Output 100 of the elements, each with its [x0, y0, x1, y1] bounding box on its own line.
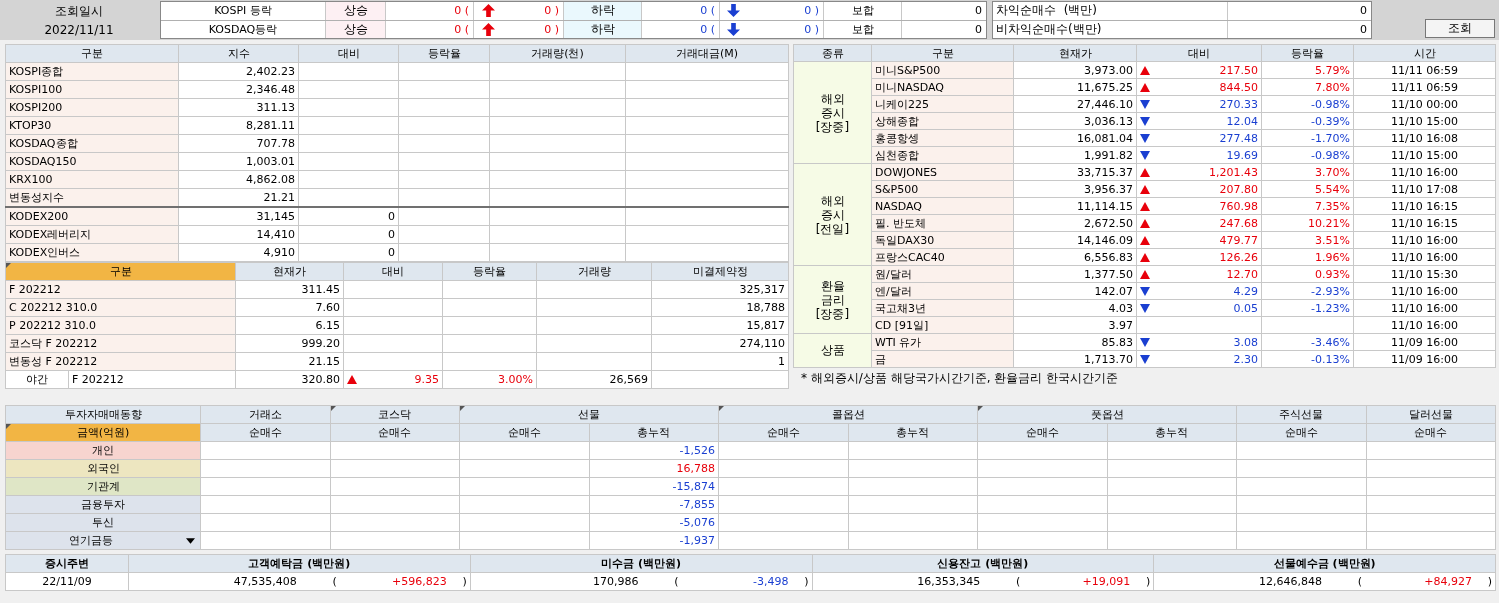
- paren-open: (: [673, 574, 679, 589]
- change-rate: -1.70%: [1261, 129, 1354, 147]
- column-header: 시간: [1353, 44, 1496, 62]
- rise-count: 0 (: [386, 20, 474, 38]
- column-header: 구분: [5, 44, 179, 63]
- change-value: 760.98: [1219, 198, 1258, 214]
- change-value: 844.50: [1219, 79, 1258, 95]
- current-price: 1,377.50: [1013, 265, 1137, 283]
- column-header: 현재가: [1013, 44, 1137, 62]
- change-rate: 10.21%: [1261, 214, 1354, 232]
- up-arrow-icon: [481, 22, 495, 36]
- down-arrow-icon: [726, 4, 740, 18]
- amount-value: 170,986: [592, 574, 639, 589]
- futures-total-value: -7,855: [589, 495, 719, 514]
- program-label: 차익순매수 (백만): [993, 2, 1228, 20]
- futures-price: 999.20: [235, 334, 344, 353]
- change-value: 0.05: [1233, 300, 1258, 316]
- program-value: 0: [1359, 3, 1368, 20]
- column-header: 콜옵션: [718, 405, 978, 424]
- change-value: 19.69: [1226, 147, 1258, 163]
- program-label: 비차익순매수(백만): [993, 20, 1228, 38]
- category-label: 상품: [820, 343, 845, 357]
- index-value: 311.13: [178, 98, 299, 117]
- column-header: 구분: [871, 44, 1014, 62]
- column-header: 미결제약정: [651, 262, 789, 281]
- change-value: 2.30: [1233, 351, 1258, 367]
- column-header: 구분: [5, 262, 236, 281]
- column-header: 거래대금(M): [625, 44, 789, 63]
- query-date: 2022/11/11: [44, 22, 114, 37]
- session-label: 야간: [5, 370, 69, 389]
- lower-limit-count: 0 ): [746, 20, 824, 38]
- amount-value: 12,646,848: [1258, 574, 1322, 589]
- lower-limit-count: 0 ): [746, 2, 824, 20]
- program-value: 0: [1359, 21, 1368, 38]
- etf-name: KODEX200: [5, 207, 179, 226]
- current-price: 3.97: [1013, 316, 1137, 334]
- open-interest: 15,817: [651, 316, 789, 335]
- change-rate: 7.80%: [1261, 78, 1354, 96]
- change-rate: -0.13%: [1261, 350, 1354, 368]
- futures-price: 311.45: [235, 280, 344, 299]
- amount-value: 47,535,408: [232, 574, 297, 589]
- column-header: 거래량(천): [489, 44, 626, 63]
- futures-total-value: -15,874: [589, 477, 719, 496]
- column-header: 종류: [793, 44, 872, 62]
- column-header: 선물: [459, 405, 719, 424]
- footnote: * 해외증시/상품 해당국가시간기준, 환율금리 한국시간기준: [801, 371, 1119, 385]
- etf-price: 14,410: [178, 225, 299, 244]
- column-header: 달러선물: [1366, 405, 1496, 424]
- change-value: 1,201.43: [1209, 164, 1258, 180]
- change-rate: -2.93%: [1261, 282, 1354, 300]
- change-rate: 5.79%: [1261, 61, 1354, 79]
- flat-count: 0: [974, 21, 983, 38]
- down-arrow-icon: [726, 22, 740, 36]
- flat-label: 보합: [824, 2, 902, 20]
- query-label: 조회일시: [55, 3, 103, 21]
- fall-label: 하락: [564, 2, 642, 20]
- change-rate: 1.96%: [1261, 248, 1354, 266]
- current-price: 4.03: [1013, 299, 1137, 317]
- index-value: 2,346.48: [178, 80, 299, 99]
- change-value: 12.70: [1226, 266, 1258, 282]
- time-value: 11/10 00:00: [1353, 95, 1496, 113]
- change-rate: -1.23%: [1261, 299, 1354, 317]
- date-value: 22/11/09: [5, 572, 129, 591]
- paren-close: ): [803, 574, 809, 589]
- time-value: 11/10 17:08: [1353, 180, 1496, 198]
- column-header: 대비: [343, 262, 443, 281]
- time-value: 11/09 16:00: [1353, 333, 1496, 351]
- column-header: 선물예수금 (백만원): [1153, 554, 1496, 573]
- time-value: 11/10 16:08: [1353, 129, 1496, 147]
- paren-close: ): [1144, 574, 1151, 589]
- index-value: 2,402.23: [178, 62, 299, 81]
- flat-label: 보합: [824, 20, 902, 38]
- rise-count: 0 (: [386, 2, 474, 20]
- change-rate: 3.51%: [1261, 231, 1354, 249]
- time-value: 11/10 16:00: [1353, 316, 1496, 334]
- change-rate: 0.93%: [1261, 265, 1354, 283]
- fall-count: 0 (: [642, 20, 720, 38]
- caret-icon: [186, 537, 195, 544]
- change-value: 479.77: [1219, 232, 1258, 248]
- column-header: 등락율: [1261, 44, 1354, 62]
- current-price: 27,446.10: [1013, 95, 1137, 113]
- column-header: 신용잔고 (백만원): [812, 554, 1154, 573]
- column-header: 거래량: [536, 262, 652, 281]
- change-rate: 5.54%: [1261, 180, 1354, 198]
- paren-open: (: [331, 574, 337, 589]
- etf-price: 4,910: [178, 243, 299, 262]
- time-value: 11/10 15:00: [1353, 146, 1496, 164]
- search-button[interactable]: 조회: [1425, 19, 1495, 38]
- futures-total-value: -1,526: [589, 441, 719, 460]
- index-value: 1,003.01: [178, 152, 299, 171]
- change-rate: 3.00%: [442, 370, 537, 389]
- flat-count: 0: [974, 3, 983, 20]
- category-label: 환율 금리 [장중]: [815, 278, 850, 321]
- fall-count: 0 (: [642, 2, 720, 20]
- time-value: 11/10 16:15: [1353, 214, 1496, 232]
- current-price: 142.07: [1013, 282, 1137, 300]
- current-price: 33,715.37: [1013, 163, 1137, 181]
- column-header: 코스닥: [330, 405, 460, 424]
- category-label: 해외 증시 [전일]: [815, 193, 850, 236]
- futures-total-value: -1,937: [589, 531, 719, 550]
